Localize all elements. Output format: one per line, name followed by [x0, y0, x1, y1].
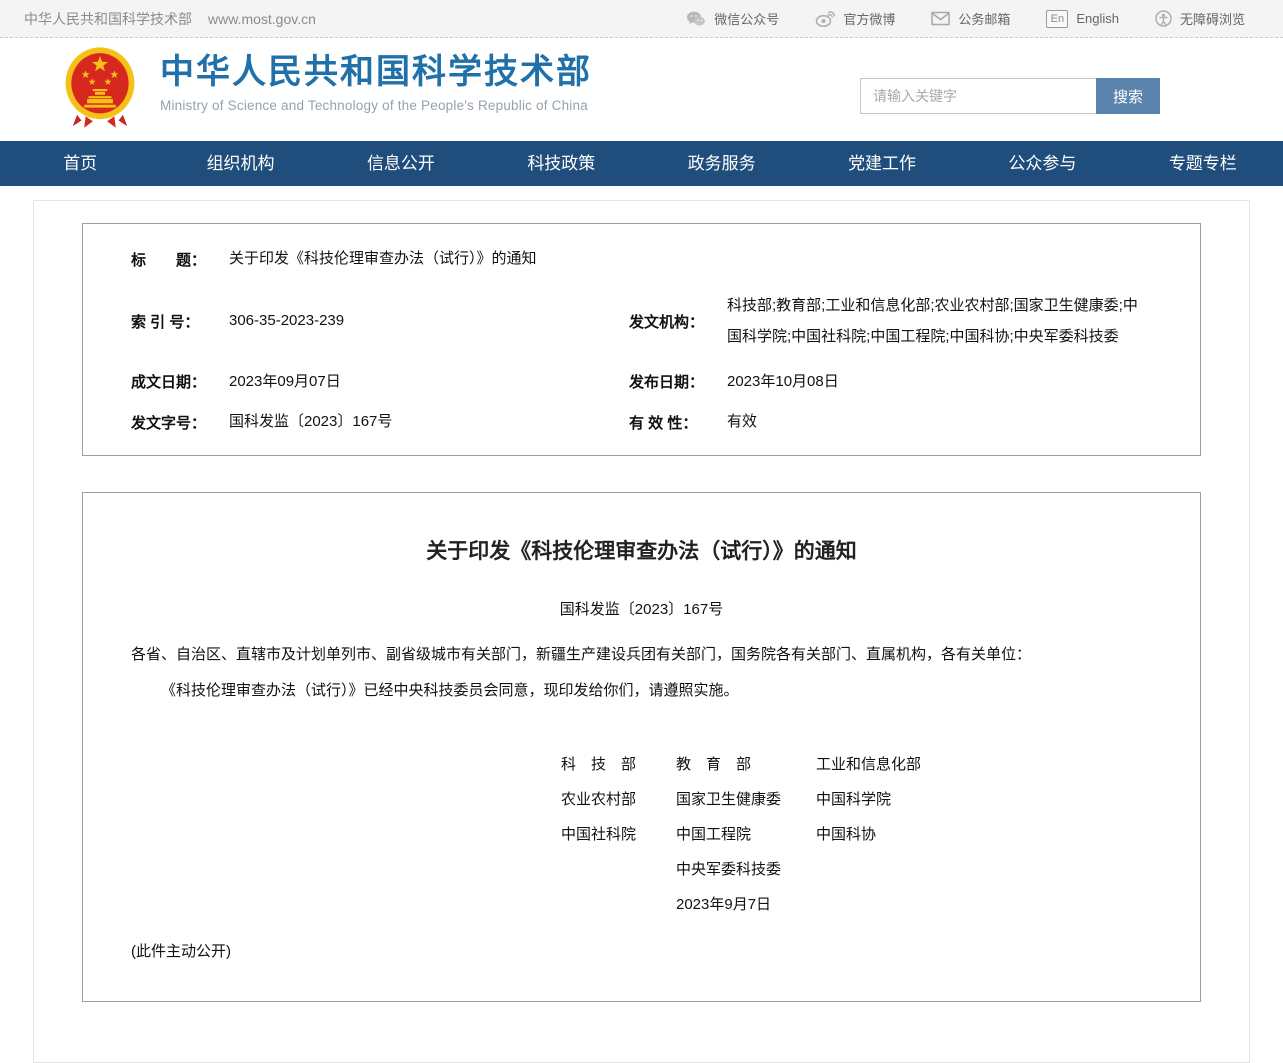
document-title: 关于印发《科技伦理审查办法（试行）》的通知 — [131, 535, 1152, 565]
nav-item-public-participation[interactable]: 公众参与 — [962, 141, 1122, 186]
meta-title-label: 标 题： — [131, 249, 229, 270]
nav-item-sci-policy[interactable]: 科技政策 — [481, 141, 641, 186]
signature-cell — [816, 852, 1152, 887]
site-url: www.most.gov.cn — [208, 11, 316, 27]
signature-cell: 教 育 部 — [676, 747, 816, 782]
mail-icon — [931, 11, 950, 26]
meta-index-value: 306-35-2023-239 — [229, 310, 344, 333]
search-button[interactable]: 搜索 — [1096, 78, 1160, 114]
document-paragraph: 《科技伦理审查办法（试行）》已经中央科技委员会同意，现印发给你们，请遵照实施。 — [131, 679, 1152, 703]
site-name: 中华人民共和国科学技术部 — [24, 9, 192, 29]
meta-validity-label: 有 效 性： — [629, 412, 727, 433]
national-emblem-logo — [64, 46, 136, 132]
meta-date-published-value: 2023年10月08日 — [727, 371, 839, 394]
document-paragraph: 各省、自治区、直辖市及计划单列市、副省级城市有关部门，新疆生产建设兵团有关部门，… — [131, 643, 1152, 667]
topbar-link-label: English — [1076, 11, 1119, 26]
topbar-link-wechat[interactable]: 微信公众号 — [686, 9, 779, 28]
signature-cell: 科 技 部 — [561, 747, 676, 782]
signature-block: 科 技 部 教 育 部 工业和信息化部 农业农村部 国家卫生健康委 中国科学院 … — [561, 747, 1152, 922]
topbar-links: 微信公众号 官方微博 公务邮箱 En — [686, 9, 1245, 28]
site-subtitle: Ministry of Science and Technology of th… — [160, 98, 592, 113]
topbar-link-label: 官方微博 — [843, 9, 895, 28]
meta-doc-number-value: 国科发监〔2023〕167号 — [229, 411, 392, 434]
signature-cell: 工业和信息化部 — [816, 747, 1152, 782]
meta-row-validity: 有 效 性： 有效 — [629, 402, 1200, 443]
search-box: 搜索 — [860, 78, 1160, 114]
meta-title-value: 关于印发《科技伦理审查办法（试行）》的通知 — [229, 248, 537, 271]
nav-item-organization[interactable]: 组织机构 — [160, 141, 320, 186]
nav-item-special-topics[interactable]: 专题专栏 — [1123, 141, 1283, 186]
site-title: 中华人民共和国科学技术部 — [160, 52, 592, 93]
nav-item-party-building[interactable]: 党建工作 — [802, 141, 962, 186]
meta-row-date-written: 成文日期： 2023年09月07日 — [131, 362, 629, 403]
meta-date-published-label: 发布日期： — [629, 371, 727, 392]
signature-cell: 农业农村部 — [561, 782, 676, 817]
meta-row-index: 索 引 号： 306-35-2023-239 — [131, 281, 629, 362]
nav-item-info-disclosure[interactable]: 信息公开 — [321, 141, 481, 186]
topbar-link-mail[interactable]: 公务邮箱 — [931, 9, 1010, 28]
meta-row-doc-number: 发文字号： 国科发监〔2023〕167号 — [131, 402, 629, 443]
accessibility-icon — [1155, 10, 1172, 27]
signature-cell — [561, 852, 676, 887]
signature-cell: 中央军委科技委 — [676, 852, 816, 887]
meta-org-label: 发文机构： — [629, 311, 727, 332]
topbar-link-english[interactable]: En English — [1046, 10, 1119, 28]
meta-row-date-published: 发布日期： 2023年10月08日 — [629, 362, 1200, 403]
meta-org-value: 科技部;教育部;工业和信息化部;农业农村部;国家卫生健康委;中国科学院;中国社科… — [727, 290, 1200, 353]
meta-index-label: 索 引 号： — [131, 311, 229, 332]
signature-cell: 中国科学院 — [816, 782, 1152, 817]
topbar-link-label: 公务邮箱 — [958, 9, 1010, 28]
main-nav: 首页 组织机构 信息公开 科技政策 政务服务 党建工作 公众参与 专题专栏 — [0, 141, 1283, 186]
topbar-link-label: 无障碍浏览 — [1180, 9, 1245, 28]
meta-row-title: 标 题： 关于印发《科技伦理审查办法（试行）》的通知 — [131, 236, 1200, 281]
search-input[interactable] — [860, 78, 1096, 114]
signature-cell: 国家卫生健康委 — [676, 782, 816, 817]
meta-validity-value: 有效 — [727, 411, 757, 434]
signature-cell: 中国工程院 — [676, 817, 816, 852]
document-number: 国科发监〔2023〕167号 — [131, 598, 1152, 619]
meta-doc-number-label: 发文字号： — [131, 412, 229, 433]
brand-block: 中华人民共和国科学技术部 Ministry of Science and Tec… — [160, 52, 592, 113]
meta-date-written-label: 成文日期： — [131, 371, 229, 392]
signature-cell: 中国社科院 — [561, 817, 676, 852]
document-metadata-table: 标 题： 关于印发《科技伦理审查办法（试行）》的通知 索 引 号： 306-35… — [82, 223, 1201, 456]
signature-cell — [561, 887, 676, 922]
wechat-icon — [686, 11, 706, 27]
signature-cell signature-date: 2023年9月7日 — [676, 887, 816, 922]
topbar-link-accessibility[interactable]: 无障碍浏览 — [1155, 9, 1245, 28]
top-utility-bar: 中华人民共和国科学技术部 www.most.gov.cn 微信公众号 — [0, 0, 1283, 38]
signature-cell: 中国科协 — [816, 817, 1152, 852]
nav-item-home[interactable]: 首页 — [0, 141, 160, 186]
disclosure-note: (此件主动公开) — [131, 940, 1152, 961]
signature-cell — [816, 887, 1152, 922]
document-body: 关于印发《科技伦理审查办法（试行）》的通知 国科发监〔2023〕167号 各省、… — [82, 492, 1201, 1002]
topbar-link-weibo[interactable]: 官方微博 — [815, 9, 895, 28]
site-header: 中华人民共和国科学技术部 Ministry of Science and Tec… — [0, 38, 1283, 141]
weibo-icon — [815, 11, 835, 27]
content-container: 标 题： 关于印发《科技伦理审查办法（试行）》的通知 索 引 号： 306-35… — [33, 200, 1250, 1063]
nav-item-gov-services[interactable]: 政务服务 — [642, 141, 802, 186]
english-icon: En — [1046, 10, 1068, 28]
topbar-link-label: 微信公众号 — [714, 9, 779, 28]
meta-date-written-value: 2023年09月07日 — [229, 371, 341, 394]
meta-row-issuing-orgs: 发文机构： 科技部;教育部;工业和信息化部;农业农村部;国家卫生健康委;中国科学… — [629, 281, 1200, 362]
